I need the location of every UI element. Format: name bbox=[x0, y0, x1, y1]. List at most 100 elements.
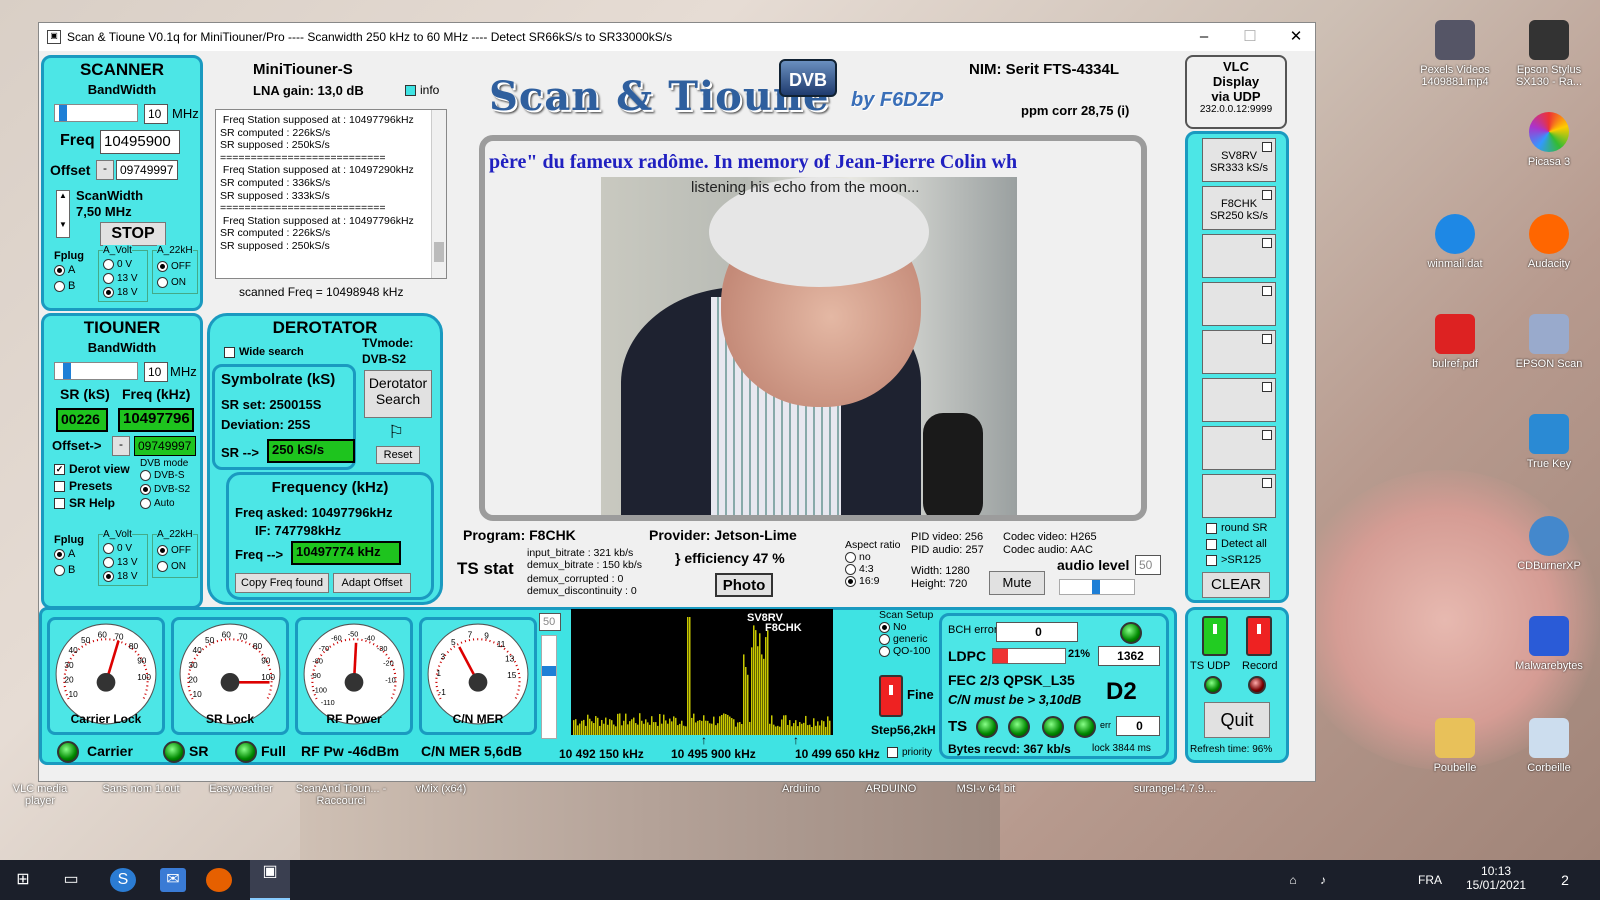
station-button-5[interactable] bbox=[1202, 330, 1276, 374]
scanner-18v-radio[interactable]: 18 V bbox=[103, 287, 138, 298]
audio-level-slider[interactable] bbox=[1059, 579, 1135, 595]
station-button-2[interactable]: F8CHK SR250 kS/s bbox=[1202, 186, 1276, 230]
adapt-offset-button[interactable]: Adapt Offset bbox=[333, 573, 411, 593]
desktop-icon-recycle-bin[interactable]: Corbeille bbox=[1504, 718, 1594, 774]
tiouner-0v-radio[interactable]: 0 V bbox=[103, 543, 132, 554]
station-button-3[interactable] bbox=[1202, 234, 1276, 278]
log-scrollbar[interactable] bbox=[431, 110, 446, 278]
aspect-no-radio[interactable]: no bbox=[845, 551, 905, 563]
firefox-icon[interactable] bbox=[206, 868, 232, 892]
tiouner-sr-input[interactable]: 00226 bbox=[56, 408, 108, 432]
scanner-fplug-a-radio[interactable]: A bbox=[54, 264, 75, 276]
fine-toggle-switch[interactable] bbox=[879, 675, 903, 717]
scanwidth-spinner[interactable]: ▲ ▼ bbox=[56, 190, 70, 238]
desktop-icon-label[interactable]: ARDUINO bbox=[846, 783, 936, 795]
scanner-offset-input[interactable]: 09749997 bbox=[116, 160, 178, 180]
tiouner-fplug-a-radio[interactable]: A bbox=[54, 548, 75, 560]
scanner-offset-sign-button[interactable]: - bbox=[96, 160, 114, 180]
tiouner-freq-input[interactable]: 10497796 bbox=[118, 408, 194, 432]
dvbs-radio[interactable]: DVB-S bbox=[140, 470, 185, 481]
scanner-22k-off-radio[interactable]: OFF bbox=[157, 261, 191, 272]
sr125-checkbox[interactable]: >SR125 bbox=[1206, 554, 1261, 566]
maximize-button[interactable]: ☐ bbox=[1230, 26, 1270, 48]
clock[interactable]: 10:13 15/01/2021 bbox=[1466, 864, 1526, 892]
audio-level-input[interactable]: 50 bbox=[1135, 555, 1161, 575]
scanner-0v-radio[interactable]: 0 V bbox=[103, 259, 132, 270]
scanner-13v-radio[interactable]: 13 V bbox=[103, 273, 138, 284]
desktop-icon-vlc[interactable]: VLC media player bbox=[0, 783, 80, 807]
desktop-icon-malwarebytes[interactable]: Malwarebytes bbox=[1504, 616, 1594, 672]
desktop-icon-winmail[interactable]: winmail.dat bbox=[1410, 214, 1500, 270]
round-sr-checkbox[interactable]: round SR bbox=[1206, 522, 1267, 534]
network-icon[interactable]: ⌂ bbox=[1280, 868, 1306, 892]
dvbs2-radio[interactable]: DVB-S2 bbox=[140, 484, 190, 495]
desktop-icon-epson-scan[interactable]: EPSON Scan bbox=[1504, 314, 1594, 370]
tiouner-offset-input[interactable]: 09749997 bbox=[134, 436, 196, 456]
tiouner-18v-radio[interactable]: 18 V bbox=[103, 571, 138, 582]
desktop-icon-label[interactable]: MSI-v 64 bit bbox=[936, 783, 1036, 795]
desktop-icon-label[interactable]: Easyweather bbox=[196, 783, 286, 795]
desktop-icon-label[interactable]: Arduino bbox=[756, 783, 846, 795]
station-button-7[interactable] bbox=[1202, 426, 1276, 470]
info-checkbox[interactable]: info bbox=[405, 83, 439, 97]
desktop-icon-folder[interactable]: Poubelle bbox=[1410, 718, 1500, 774]
task-view-icon[interactable]: ▭ bbox=[58, 868, 84, 892]
auto-radio[interactable]: Auto bbox=[140, 498, 175, 509]
scan-tioune-task-icon[interactable]: ▣ bbox=[250, 860, 290, 900]
scan-setup-no-radio[interactable]: No bbox=[879, 621, 937, 633]
tiouner-22k-on-radio[interactable]: ON bbox=[157, 561, 186, 572]
spectrum-gain-slider[interactable] bbox=[541, 635, 557, 739]
scanner-freq-input[interactable]: 10495900 bbox=[100, 130, 180, 154]
spectrum-gain-input[interactable]: 50 bbox=[539, 613, 561, 631]
desktop-icon-label[interactable]: vMix (x64) bbox=[396, 783, 486, 795]
scan-setup-qo100-radio[interactable]: QO-100 bbox=[879, 645, 937, 657]
presets-checkbox[interactable]: Presets bbox=[54, 479, 112, 493]
desktop-icon-audacity[interactable]: Audacity bbox=[1504, 214, 1594, 270]
vlc-udp-panel[interactable]: VLC Display via UDP 232.0.0.12:9999 bbox=[1185, 55, 1287, 129]
wide-search-checkbox[interactable]: Wide search bbox=[224, 346, 304, 358]
close-button[interactable]: ✕ bbox=[1276, 26, 1316, 48]
derotator-search-button[interactable]: Derotator Search bbox=[364, 370, 432, 418]
desktop-icon-truekey[interactable]: True Key bbox=[1504, 414, 1594, 470]
skype-icon[interactable]: S bbox=[110, 868, 136, 892]
mail-icon[interactable]: ✉ bbox=[160, 868, 186, 892]
tiouner-offset-sign-button[interactable]: - bbox=[112, 436, 130, 456]
aspect-169-radio[interactable]: 16:9 bbox=[845, 575, 905, 587]
desktop-icon-label[interactable]: surangel-4.7.9.... bbox=[1120, 783, 1230, 795]
detect-all-checkbox[interactable]: Detect all bbox=[1206, 538, 1267, 550]
aspect-43-radio[interactable]: 4:3 bbox=[845, 563, 905, 575]
desktop-icon-label[interactable]: Sans nom 1.out bbox=[96, 783, 186, 795]
record-switch[interactable] bbox=[1246, 616, 1272, 656]
desktop-icon-video[interactable]: Pexels Videos 1409881.mp4 bbox=[1410, 20, 1500, 88]
stop-button[interactable]: STOP bbox=[100, 222, 166, 246]
mute-button[interactable]: Mute bbox=[989, 571, 1045, 595]
desktop-icon-cdburner[interactable]: CDBurnerXP bbox=[1504, 516, 1594, 572]
windows-start-icon[interactable]: ⊞ bbox=[10, 868, 36, 892]
scanner-22k-on-radio[interactable]: ON bbox=[157, 277, 186, 288]
ts-udp-switch[interactable] bbox=[1202, 616, 1228, 656]
priority-checkbox[interactable]: priority bbox=[887, 747, 932, 758]
scanner-bw-slider[interactable] bbox=[54, 104, 138, 122]
tiouner-fplug-b-radio[interactable]: B bbox=[54, 564, 75, 576]
desktop-icon-label[interactable]: ScanAnd Tioun... - Raccourci bbox=[286, 783, 396, 807]
scanner-bw-input[interactable]: 10 bbox=[144, 104, 168, 124]
desktop-icon-pdf[interactable]: bulref.pdf bbox=[1410, 314, 1500, 370]
tiouner-22k-off-radio[interactable]: OFF bbox=[157, 545, 191, 556]
tiouner-13v-radio[interactable]: 13 V bbox=[103, 557, 138, 568]
tiouner-bw-slider[interactable] bbox=[54, 362, 138, 380]
photo-button[interactable]: Photo bbox=[715, 573, 773, 597]
volume-icon[interactable]: ♪ bbox=[1310, 868, 1336, 892]
scan-setup-generic-radio[interactable]: generic bbox=[879, 633, 937, 645]
clear-button[interactable]: CLEAR bbox=[1202, 572, 1270, 598]
sr-help-checkbox[interactable]: SR Help bbox=[54, 496, 115, 510]
language-indicator[interactable]: FRA bbox=[1418, 873, 1442, 887]
notification-icon[interactable]: 2 bbox=[1552, 868, 1578, 892]
reset-button[interactable]: Reset bbox=[376, 446, 420, 464]
derot-view-checkbox[interactable]: ✓ Derot view bbox=[54, 462, 130, 476]
tiouner-bw-input[interactable]: 10 bbox=[144, 362, 168, 382]
station-button-8[interactable] bbox=[1202, 474, 1276, 518]
minimize-button[interactable]: – bbox=[1184, 26, 1224, 48]
desktop-icon-printer[interactable]: Epson Stylus SX130 - Ra... bbox=[1504, 20, 1594, 88]
station-button-1[interactable]: SV8RV SR333 kS/s bbox=[1202, 138, 1276, 182]
scanner-fplug-b-radio[interactable]: B bbox=[54, 280, 75, 292]
